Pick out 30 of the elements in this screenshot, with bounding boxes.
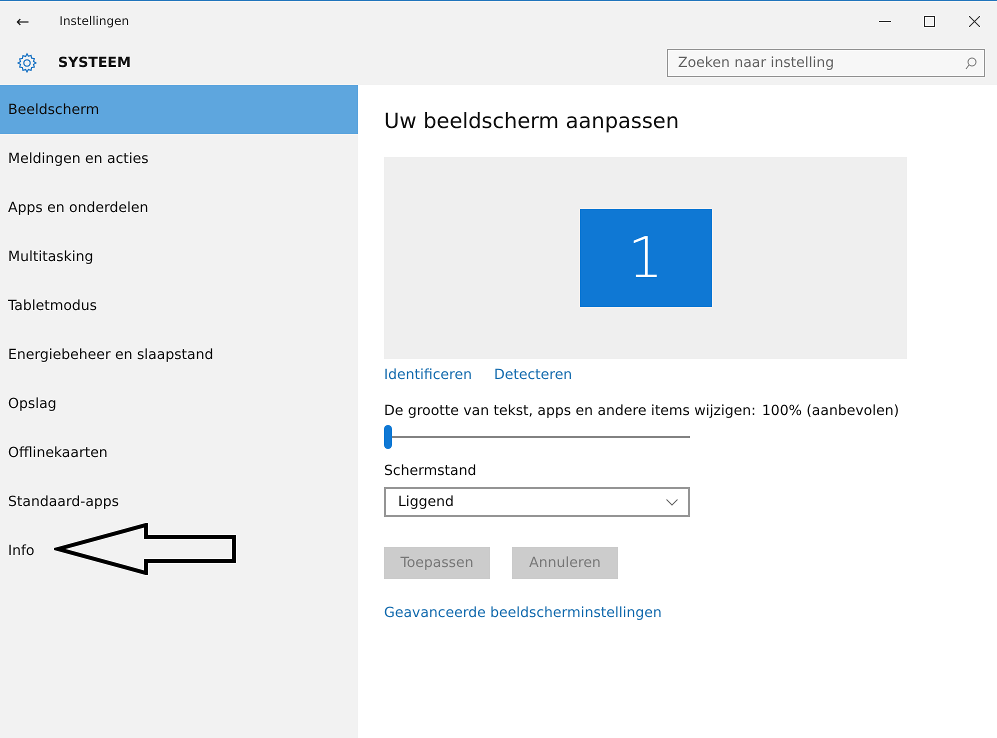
orientation-label: Schermstand (384, 463, 478, 479)
scale-value: 100% (aanbevolen) (762, 403, 900, 419)
sidebar-item[interactable]: Energiebeheer en slaapstand (0, 330, 358, 379)
sidebar-item[interactable]: Tabletmodus (0, 281, 358, 330)
close-icon (969, 16, 980, 26)
window-title: Instellingen (59, 14, 130, 28)
chevron-icon (666, 498, 678, 506)
orientation-dropdown[interactable]: Liggend (384, 487, 690, 517)
search-field[interactable]: Zoeken naar instelling (667, 49, 985, 77)
sidebar-item[interactable]: Info (0, 526, 358, 575)
sidebar-item[interactable]: Apps en onderdelen (0, 183, 358, 232)
sidebar-item[interactable]: Standaard-apps (0, 477, 358, 526)
minimize-icon (878, 20, 890, 22)
settings-icon (16, 52, 38, 74)
monitor-tile[interactable]: 1 (580, 209, 712, 307)
sidebar-item[interactable]: Opslag (0, 379, 358, 428)
section-title: SYSTEEM (58, 55, 131, 71)
link[interactable]: Detecteren (494, 367, 572, 383)
back-button[interactable]: ← (16, 12, 30, 30)
link[interactable]: Identificeren (384, 367, 472, 383)
sidebar-item[interactable]: Meldingen en acties (0, 134, 358, 183)
scale-label: De grootte van tekst, apps en andere items wijzigen: (384, 403, 756, 419)
sidebar-item[interactable]: Offlinekaarten (0, 428, 358, 477)
sidebar-item[interactable]: Beeldscherm (0, 85, 358, 134)
page-heading: Uw beeldscherm aanpassen (384, 109, 680, 133)
search-icon[interactable] (965, 57, 977, 70)
maximize-icon (924, 16, 935, 26)
sidebar-item[interactable]: Multitasking (0, 232, 358, 281)
slider-thumb[interactable] (384, 425, 392, 449)
advanced-settings-link[interactable]: Geavanceerde beeldscherminstellingen (384, 605, 971, 621)
